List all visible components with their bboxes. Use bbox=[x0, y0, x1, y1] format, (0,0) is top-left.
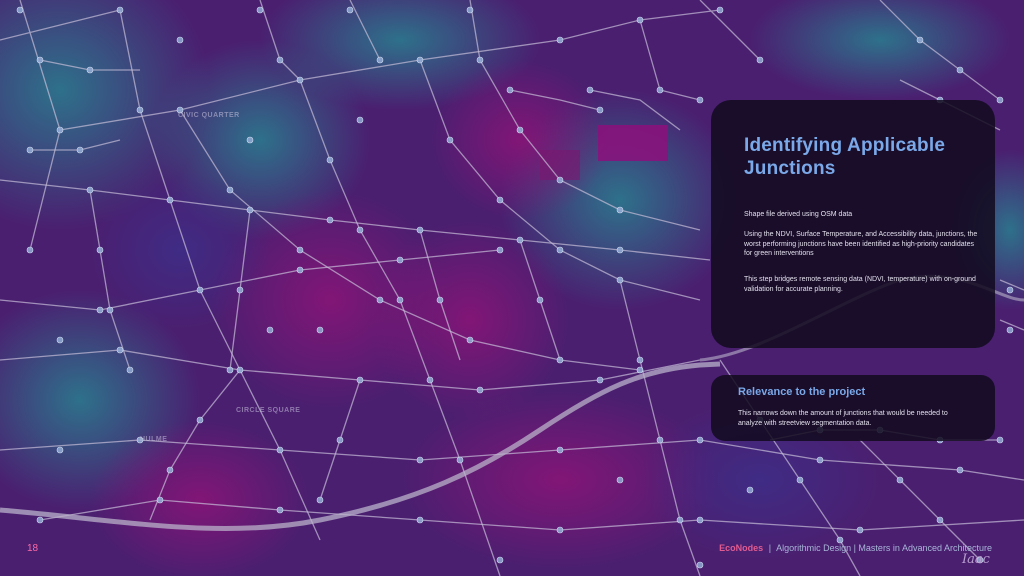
place-label-hulme: HULME bbox=[140, 436, 167, 443]
place-label-circle-square: CIRCLE SQUARE bbox=[236, 407, 300, 414]
paragraph-method: Using the NDVI, Surface Temperature, and… bbox=[744, 231, 978, 257]
footer-separator: | bbox=[768, 543, 772, 553]
relevance-heading: Relevance to the project bbox=[738, 386, 866, 398]
place-label-civic-quarter: CIVIC QUARTER bbox=[178, 112, 240, 119]
paragraph-bridge: This step bridges remote sensing data (N… bbox=[744, 276, 976, 293]
info-panel: Identifying Applicable Junctions Shape f… bbox=[711, 100, 995, 348]
footer-brand: EcoNodes bbox=[719, 543, 764, 553]
footer: EcoNodes | Algorithmic Design | Masters … bbox=[719, 543, 992, 553]
slide-title: Identifying Applicable Junctions bbox=[744, 135, 946, 179]
footer-course: Algorithmic Design | Masters in Advanced… bbox=[776, 543, 992, 553]
page-number: 18 bbox=[27, 543, 39, 554]
relevance-panel: Relevance to the project This narrows do… bbox=[711, 375, 995, 441]
iaac-logo: Iaac bbox=[962, 552, 990, 567]
paragraph-osm: Shape file derived using OSM data bbox=[744, 211, 853, 218]
relevance-text: This narrows down the amount of junction… bbox=[738, 410, 948, 427]
